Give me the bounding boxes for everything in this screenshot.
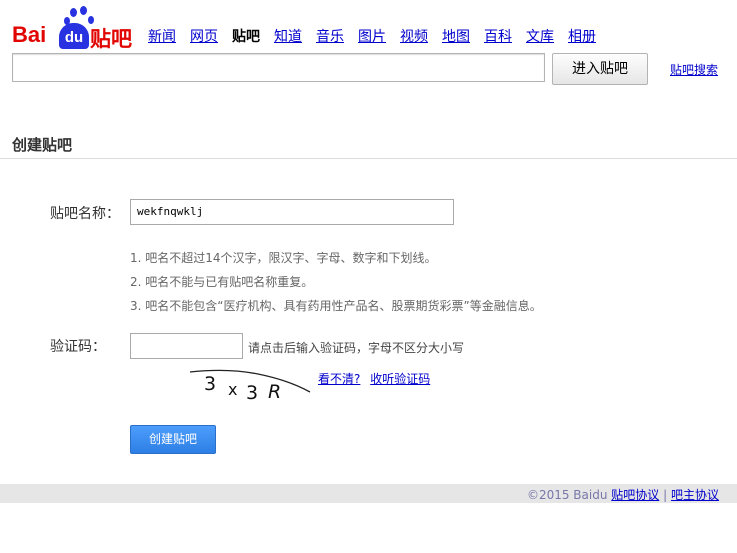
footer-agreement-link[interactable]: 贴吧协议 <box>611 488 659 502</box>
captcha-char: 3 <box>246 382 258 404</box>
title-divider <box>0 158 737 159</box>
footer-moderator-link[interactable]: 吧主协议 <box>671 488 719 502</box>
baidu-logo[interactable]: Bai du 贴吧 <box>12 6 132 51</box>
nav-zhidao[interactable]: 知道 <box>274 26 302 46</box>
tieba-name-label: 贴吧名称： <box>50 206 120 222</box>
captcha-label: 验证码： <box>50 339 106 355</box>
create-tieba-button[interactable]: 创建贴吧 <box>130 425 216 454</box>
captcha-char: x <box>228 380 237 399</box>
captcha-input[interactable] <box>130 333 243 359</box>
enter-tieba-button[interactable]: 进入贴吧 <box>552 53 648 85</box>
top-nav: 新闻 网页 贴吧 知道 音乐 图片 视频 地图 百科 文库 相册 <box>148 26 596 46</box>
nav-news[interactable]: 新闻 <box>148 26 176 46</box>
paw-icon-toe <box>80 6 87 15</box>
name-rules: 1. 吧名不超过14个汉字，限汉字、字母、数字和下划线。 2. 吧名不能与已有贴… <box>130 246 542 318</box>
nav-map[interactable]: 地图 <box>442 26 470 46</box>
footer-text: ©2015 Baidu 贴吧协议 | 吧主协议 <box>527 486 719 503</box>
logo-du-paw: du <box>59 23 89 49</box>
nav-wenku[interactable]: 文库 <box>526 26 554 46</box>
captcha-image[interactable]: 3 x 3 R <box>188 366 314 406</box>
name-rule-1: 1. 吧名不超过14个汉字，限汉字、字母、数字和下划线。 <box>130 251 437 265</box>
nav-music[interactable]: 音乐 <box>316 26 344 46</box>
captcha-refresh-link[interactable]: 看不清? <box>318 372 360 386</box>
footer-copyright: ©2015 Baidu <box>526 488 608 502</box>
nav-video[interactable]: 视频 <box>400 26 428 46</box>
captcha-audio-link[interactable]: 收听验证码 <box>370 372 430 386</box>
nav-baike[interactable]: 百科 <box>484 26 512 46</box>
logo-bai-text: Bai <box>12 22 47 47</box>
tieba-search-link[interactable]: 贴吧搜索 <box>670 61 718 78</box>
captcha-char: 3 <box>204 373 216 395</box>
name-rule-3: 3. 吧名不能包含“医疗机构、具有药用性产品名、股票期货彩票”等金融信息。 <box>130 299 542 313</box>
nav-images[interactable]: 图片 <box>358 26 386 46</box>
name-rule-2: 2. 吧名不能与已有贴吧名称重复。 <box>130 275 314 289</box>
captcha-char: R <box>268 381 281 403</box>
nav-tieba[interactable]: 贴吧 <box>232 26 260 46</box>
page-title: 创建贴吧 <box>12 136 73 154</box>
logo-tieba-text: 贴吧 <box>90 28 132 51</box>
nav-web[interactable]: 网页 <box>190 26 218 46</box>
tieba-name-input[interactable]: wekfnqwklj <box>130 199 454 225</box>
tieba-search-input[interactable] <box>12 53 545 82</box>
captcha-links: 看不清? 收听验证码 <box>318 370 436 387</box>
footer-separator: | <box>663 488 668 502</box>
nav-album[interactable]: 相册 <box>568 26 596 46</box>
captcha-hint: 请点击后输入验证码，字母不区分大小写 <box>248 341 465 355</box>
paw-icon-toe <box>70 8 77 17</box>
footer: ©2015 Baidu 贴吧协议 | 吧主协议 <box>0 484 737 503</box>
